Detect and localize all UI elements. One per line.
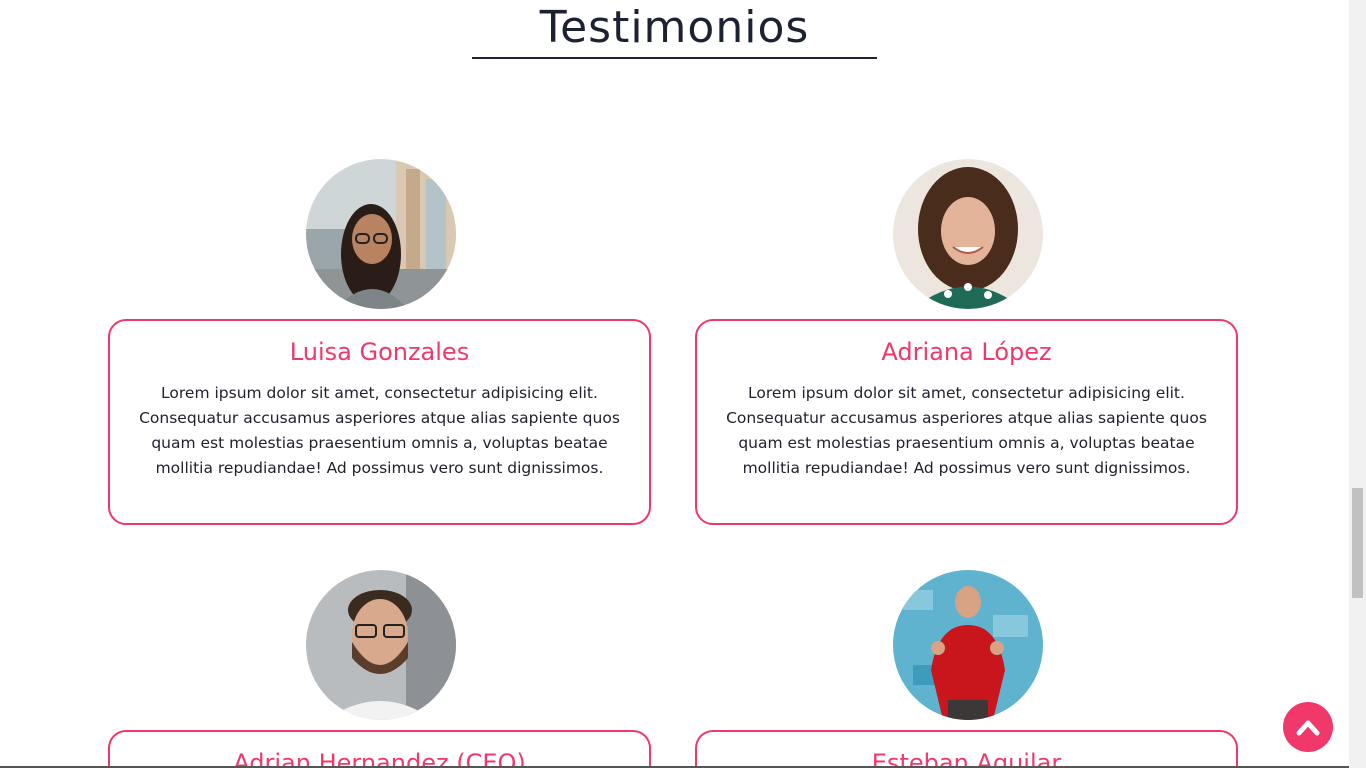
testimonial-name: Esteban Aguilar: [871, 749, 1062, 768]
testimonial-card: Adrian Hernandez (CEO): [108, 730, 651, 768]
scrollbar-thumb[interactable]: [1352, 488, 1363, 598]
section-title: Testimonios: [539, 2, 810, 53]
testimonial-card: Luisa Gonzales Lorem ipsum dolor sit ame…: [108, 319, 651, 525]
testimonial-name: Adriana López: [881, 338, 1052, 366]
testimonials-page: Testimonios Luisa Gonzales Lorem ipsum d…: [0, 0, 1349, 768]
testimonial-name: Luisa Gonzales: [289, 338, 470, 366]
testimonial-card: Adriana López Lorem ipsum dolor sit amet…: [695, 319, 1238, 525]
avatar-esteban-aguilar: [893, 570, 1043, 720]
testimonial-card: Esteban Aguilar: [695, 730, 1238, 768]
testimonial-name: Adrian Hernandez (CEO): [233, 749, 526, 768]
avatar-adriana-lopez: [893, 159, 1043, 309]
chevron-up-icon: [1296, 720, 1320, 736]
testimonial-text: Lorem ipsum dolor sit amet, consectetur …: [139, 384, 620, 477]
title-underline: [472, 57, 877, 59]
avatar-adrian-hernandez: [306, 570, 456, 720]
avatar-luisa-gonzales: [306, 159, 456, 309]
vertical-scrollbar[interactable]: [1349, 0, 1366, 768]
scroll-to-top-button[interactable]: [1283, 702, 1333, 752]
testimonial-text: Lorem ipsum dolor sit amet, consectetur …: [726, 384, 1207, 477]
